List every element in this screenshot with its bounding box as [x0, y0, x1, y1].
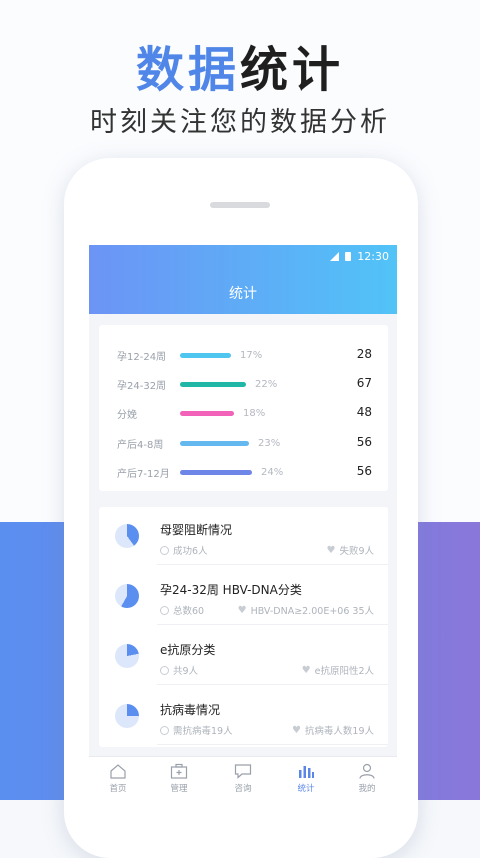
stat-label: 产后7-12月: [117, 468, 170, 480]
pie-chart-icon: [115, 704, 139, 728]
stat-bar: [180, 410, 234, 416]
item-left-text: 需抗病毒19人: [173, 726, 233, 737]
stat-value: 67: [356, 376, 372, 390]
headline: 数据统计: [0, 30, 480, 100]
item-right-text: HBV-DNA≥2.00E+06 35人: [250, 606, 374, 617]
chat-icon: [234, 763, 252, 779]
clock-icon: [160, 545, 169, 555]
stat-bar: [180, 381, 246, 387]
stat-percent: 24%: [261, 466, 284, 478]
stat-value: 48: [356, 405, 372, 419]
item-divider: [157, 624, 388, 625]
tab-bar-chart[interactable]: 统计: [286, 763, 326, 794]
list-item[interactable]: 母婴阻断情况成功6人 ♥ 失败9人: [99, 507, 388, 565]
page-title: 统计: [229, 286, 257, 302]
item-right-meta: ♥ e抗原阳性2人: [301, 663, 374, 678]
stat-row: 产后7-12月 24%: [117, 464, 283, 480]
item-left-meta: 总数60: [160, 603, 204, 617]
headline-dark: 统计: [240, 42, 345, 98]
item-right-meta: ♥ HBV-DNA≥2.00E+06 35人: [237, 603, 374, 618]
item-divider: [157, 744, 388, 745]
item-right-text: e抗原阳性2人: [314, 666, 374, 677]
list-item[interactable]: 孕24-32周 HBV-DNA分类总数60 ♥ HBV-DNA≥2.00E+06 3…: [99, 567, 388, 625]
analysis-list: 母婴阻断情况 成功6人 ♥ 失败9人 孕24-32周 HBV-DNA分类 总数60 ♥ HBV…: [99, 507, 388, 747]
item-divider: [157, 684, 388, 685]
item-left-text: 共9人: [173, 666, 199, 677]
item-right-text: 抗病毒人数19人: [304, 726, 374, 737]
signal-icon: [330, 251, 340, 261]
stat-row: 孕24-32周 22%: [117, 376, 277, 392]
item-left-text: 成功6人: [173, 546, 208, 557]
item-left-meta: 共9人: [160, 663, 198, 677]
stat-bar: [180, 352, 231, 358]
stat-value: 56: [356, 435, 372, 449]
item-right-text: 失败9人: [339, 546, 374, 557]
item-right-meta: ♥ 失败9人: [326, 543, 374, 558]
status-time: 12:30: [357, 249, 389, 263]
item-left-meta: 成功6人: [160, 543, 208, 557]
item-title: e抗原分类: [160, 643, 216, 657]
pie-chart-icon: [115, 524, 139, 548]
heart-icon: ♥: [301, 664, 311, 676]
headline-accent: 数据: [135, 42, 240, 98]
tab-label: 我的: [358, 784, 376, 794]
pie-chart-icon: [115, 584, 139, 608]
status-bar: 12:30: [330, 248, 389, 264]
pie-chart-icon: [115, 644, 139, 668]
subheadline: 时刻关注您的数据分析: [90, 107, 390, 138]
stat-label: 分娩: [117, 409, 137, 421]
item-title: 抗病毒情况: [160, 703, 221, 717]
app-screen: 12:30 统计 孕12-24周 17% 28 孕24-32周 22% 67 分娩 18% 48…: [89, 245, 397, 800]
medkit-icon: [170, 763, 188, 779]
stats-card: 孕12-24周 17% 28 孕24-32周 22% 67 分娩 18% 48 产后4-8周 23%…: [99, 325, 388, 491]
stat-bar: [180, 469, 252, 475]
clock-icon: [160, 665, 169, 675]
tab-label: 咨询: [234, 784, 252, 794]
tab-user[interactable]: 我的: [347, 763, 387, 794]
stat-percent: 18%: [243, 407, 266, 419]
stat-value: 28: [356, 347, 372, 361]
stat-bar: [180, 440, 249, 446]
stat-percent: 23%: [258, 437, 281, 449]
heart-icon: ♥: [237, 604, 247, 616]
stat-value: 56: [356, 464, 372, 478]
home-icon: [109, 763, 127, 779]
tab-chat[interactable]: 咨询: [223, 763, 263, 794]
item-title: 孕24-32周 HBV-DNA分类: [160, 583, 302, 597]
item-left-meta: 需抗病毒19人: [160, 723, 233, 737]
item-right-meta: ♥ 抗病毒人数19人: [291, 723, 374, 738]
stat-percent: 22%: [255, 378, 278, 390]
stat-row: 产后4-8周 23%: [117, 435, 280, 451]
list-item[interactable]: 抗病毒情况需抗病毒19人 ♥ 抗病毒人数19人: [99, 687, 388, 745]
app-header: 12:30 统计: [89, 245, 397, 314]
stat-label: 孕24-32周: [117, 380, 167, 392]
phone-speaker: [210, 202, 270, 208]
tab-label: 管理: [170, 784, 188, 794]
heart-icon: ♥: [291, 724, 301, 736]
tab-label: 统计: [297, 784, 315, 794]
clock-icon: [160, 605, 169, 615]
item-divider: [157, 564, 388, 565]
tab-home[interactable]: 首页: [98, 763, 138, 794]
item-left-text: 总数60: [173, 606, 205, 617]
stat-percent: 17%: [240, 349, 263, 361]
battery-icon: [345, 251, 352, 261]
user-icon: [358, 763, 376, 779]
clock-icon: [160, 725, 169, 735]
list-item[interactable]: e抗原分类共9人 ♥ e抗原阳性2人: [99, 627, 388, 685]
item-title: 母婴阻断情况: [160, 523, 233, 537]
stat-row: 分娩 18%: [117, 405, 265, 421]
bar-chart-icon: [297, 763, 315, 779]
tab-label: 首页: [109, 784, 127, 794]
bottom-tab-bar: 首页 管理 咨询 统计 我的: [89, 756, 397, 800]
stat-label: 产后4-8周: [117, 439, 164, 451]
tab-medkit[interactable]: 管理: [159, 763, 199, 794]
stat-row: 孕12-24周 17%: [117, 347, 262, 363]
heart-icon: ♥: [326, 544, 336, 556]
stat-label: 孕12-24周: [117, 351, 167, 363]
